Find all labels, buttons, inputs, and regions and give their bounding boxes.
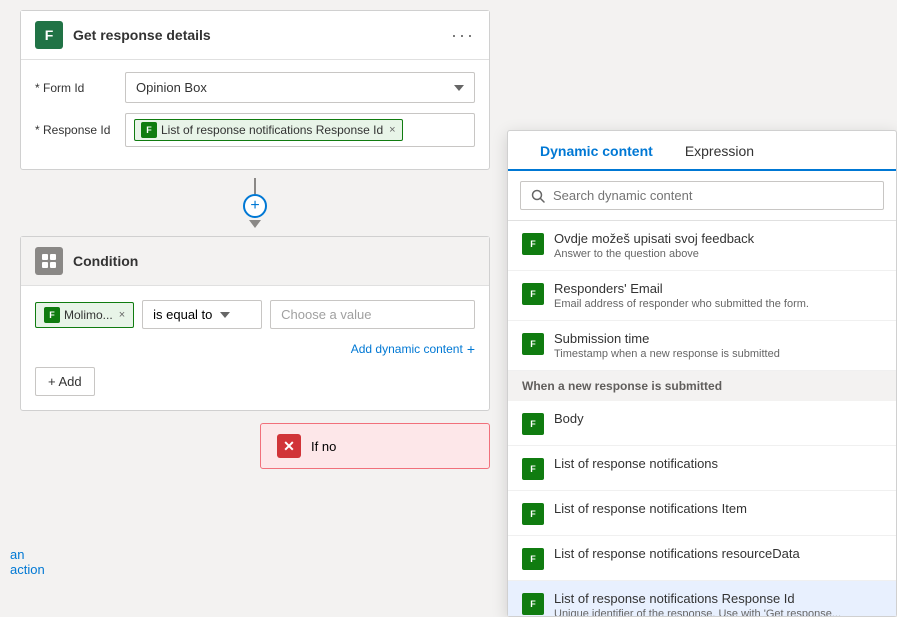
item-desc-response-id: Unique identifier of the response. Use w…: [554, 608, 882, 616]
item-content-list-notif-item: List of response notifications Item: [554, 501, 882, 518]
condition-card: Condition F Molimo... × is equal to Choo…: [20, 236, 490, 411]
condition-title: Condition: [73, 253, 138, 269]
condition-token-remove[interactable]: ×: [119, 309, 125, 321]
form-id-row: * Form Id Opinion Box: [35, 72, 475, 103]
panel-item-response-id[interactable]: F List of response notifications Respons…: [508, 581, 896, 616]
token-remove-button[interactable]: ×: [389, 124, 395, 136]
item-icon-list-notif-item: F: [522, 503, 544, 525]
response-id-token: F List of response notifications Respons…: [134, 119, 403, 141]
form-id-select[interactable]: Opinion Box: [125, 72, 475, 103]
panel-item-email[interactable]: F Responders' Email Email address of res…: [508, 271, 896, 321]
if-no-icon: ✕: [277, 434, 301, 458]
panel-item-list-notif[interactable]: F List of response notifications: [508, 446, 896, 491]
connector-1: +: [20, 170, 490, 236]
panel-item-resource-data[interactable]: F List of response notifications resourc…: [508, 536, 896, 581]
card-header-left: F Get response details: [35, 21, 211, 49]
item-content-email: Responders' Email Email address of respo…: [554, 281, 882, 310]
form-id-label: * Form Id: [35, 81, 115, 95]
item-title-email: Responders' Email: [554, 281, 882, 296]
add-dynamic-content-link[interactable]: Add dynamic content +: [351, 341, 475, 357]
add-button-label: + Add: [48, 374, 82, 389]
if-no-label: If no: [311, 439, 336, 454]
add-action-link[interactable]: an action: [10, 547, 45, 577]
forms-icon: F: [35, 21, 63, 49]
item-title-body: Body: [554, 411, 882, 426]
card-title: Get response details: [73, 27, 211, 43]
item-icon-email: F: [522, 283, 544, 305]
item-title-list-notif: List of response notifications: [554, 456, 882, 471]
form-id-chevron: [454, 85, 464, 91]
dynamic-content-panel: Dynamic content Expression F Ovdje možeš…: [507, 130, 897, 617]
card-header: F Get response details ···: [21, 11, 489, 60]
item-title-feedback: Ovdje možeš upisati svoj feedback: [554, 231, 882, 246]
condition-row: F Molimo... × is equal to Choose a value: [35, 300, 475, 329]
condition-body: F Molimo... × is equal to Choose a value…: [21, 286, 489, 410]
panel-tabs: Dynamic content Expression: [508, 131, 896, 171]
add-action-text: an action: [10, 547, 45, 577]
item-desc-feedback: Answer to the question above: [554, 248, 882, 260]
card-more-button[interactable]: ···: [451, 25, 475, 46]
add-button[interactable]: + Add: [35, 367, 95, 396]
condition-operator[interactable]: is equal to: [142, 300, 262, 329]
search-icon: [531, 189, 545, 203]
token-text: List of response notifications Response …: [161, 123, 383, 137]
token-forms-icon: F: [141, 122, 157, 138]
response-id-input[interactable]: F List of response notifications Respons…: [125, 113, 475, 147]
item-title-resource-data: List of response notifications resourceD…: [554, 546, 882, 561]
item-title-response-id: List of response notifications Response …: [554, 591, 882, 606]
condition-token[interactable]: F Molimo... ×: [35, 302, 134, 328]
item-icon-list-notif: F: [522, 458, 544, 480]
item-content-list-notif: List of response notifications: [554, 456, 882, 473]
panel-item-body[interactable]: F Body: [508, 401, 896, 446]
condition-operator-text: is equal to: [153, 307, 212, 322]
panel-search-area: [508, 171, 896, 221]
item-content-resource-data: List of response notifications resourceD…: [554, 546, 882, 563]
panel-item-feedback[interactable]: F Ovdje možeš upisati svoj feedback Answ…: [508, 221, 896, 271]
form-id-value: Opinion Box: [136, 80, 207, 95]
if-no-section: ✕ If no: [20, 423, 490, 469]
search-input[interactable]: [553, 188, 873, 203]
item-content-submission: Submission time Timestamp when a new res…: [554, 331, 882, 360]
response-id-row: * Response Id F List of response notific…: [35, 113, 475, 147]
item-content-body: Body: [554, 411, 882, 428]
grid-icon: [42, 254, 56, 268]
connector-line-top: [254, 178, 256, 194]
tab-expression[interactable]: Expression: [669, 131, 770, 171]
item-desc-submission: Timestamp when a new response is submitt…: [554, 348, 882, 360]
forms-f-letter: F: [45, 27, 54, 43]
item-content-feedback: Ovdje možeš upisati svoj feedback Answer…: [554, 231, 882, 260]
panel-item-list-notif-item[interactable]: F List of response notifications Item: [508, 491, 896, 536]
condition-value-placeholder: Choose a value: [281, 307, 371, 322]
condition-token-icon: F: [44, 307, 60, 323]
connector-arrow: [249, 220, 261, 228]
section-header: When a new response is submitted: [508, 371, 896, 401]
dynamic-link-text: Add dynamic content: [351, 342, 463, 356]
get-response-card: F Get response details ··· * Form Id Opi…: [20, 10, 490, 170]
tab-dynamic-content[interactable]: Dynamic content: [524, 131, 669, 171]
response-id-label: * Response Id: [35, 123, 115, 137]
item-icon-response-id: F: [522, 593, 544, 615]
item-icon-body: F: [522, 413, 544, 435]
panel-content: F Ovdje možeš upisati svoj feedback Answ…: [508, 221, 896, 616]
item-icon-feedback: F: [522, 233, 544, 255]
item-title-submission: Submission time: [554, 331, 882, 346]
item-icon-resource-data: F: [522, 548, 544, 570]
condition-value-input[interactable]: Choose a value: [270, 300, 475, 329]
add-step-button[interactable]: +: [243, 194, 267, 218]
item-content-response-id: List of response notifications Response …: [554, 591, 882, 616]
search-box: [520, 181, 884, 210]
condition-token-text: Molimo...: [64, 308, 113, 322]
panel-item-submission[interactable]: F Submission time Timestamp when a new r…: [508, 321, 896, 371]
if-no-card: ✕ If no: [260, 423, 490, 469]
workflow-area: F Get response details ··· * Form Id Opi…: [0, 0, 510, 617]
condition-header: Condition: [21, 237, 489, 286]
card-body: * Form Id Opinion Box * Response Id F Li…: [21, 60, 489, 169]
item-desc-email: Email address of responder who submitted…: [554, 298, 882, 310]
dynamic-link-plus: +: [467, 341, 475, 357]
item-icon-submission: F: [522, 333, 544, 355]
condition-operator-chevron: [220, 312, 230, 318]
item-title-list-notif-item: List of response notifications Item: [554, 501, 882, 516]
condition-icon: [35, 247, 63, 275]
